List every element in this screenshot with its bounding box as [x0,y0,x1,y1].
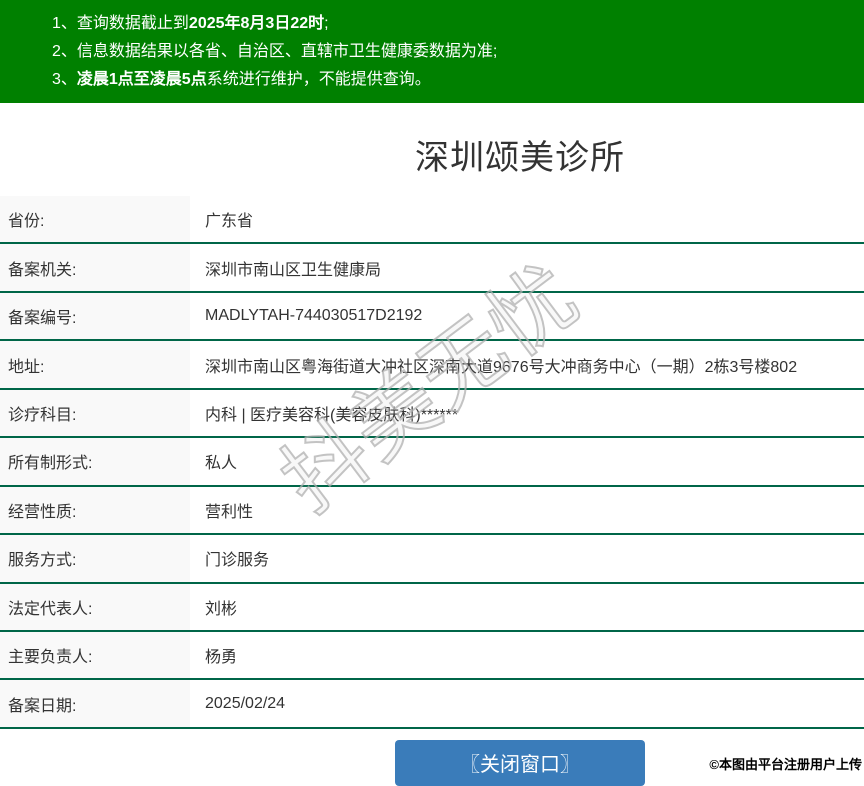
row-label: 服务方式: [0,535,190,582]
page-title: 深圳颂美诊所 [415,139,625,177]
row-value: 私人 [205,455,238,473]
notice-2-number: 2、 [52,43,77,60]
row-value: MADLYTAH-744030517D2192 [205,307,423,325]
notice-2-text: 信息数据结果以各省、自治区、直辖市卫生健康委数据为准; [76,43,498,60]
notice-1-post: ; [324,15,329,32]
row-value: 门诊服务 [205,552,270,570]
row-value: 广东省 [205,213,254,231]
notice-1-text: 查询数据截止到 [76,15,189,32]
notice-3-number: 3、 [52,71,77,88]
table-row-province: 省份: 广东省 [0,196,864,245]
notice-1-number: 1、 [52,15,77,32]
notice-line-3: 3、凌晨1点至凌晨5点系统进行维护，不能提供查询。 [52,66,864,94]
notice-line-1: 1、查询数据截止到2025年8月3日22时; [52,10,864,38]
row-value: 内科 | 医疗美容科(美容皮肤科)****** [205,406,459,424]
row-label: 省份: [0,196,190,243]
upload-attribution: ©本图由平台注册用户上传 [709,757,862,772]
row-label: 备案日期: [0,680,190,727]
row-label: 经营性质: [0,486,190,534]
row-label: 地址: [0,341,190,388]
notice-bar: 1、查询数据截止到2025年8月3日22时; 2、信息数据结果以各省、自治区、直… [0,0,864,103]
row-value: 营利性 [205,503,254,521]
close-window-button[interactable]: 〖关闭窗口〗 [395,739,645,786]
row-label: 诊疗科目: [0,389,190,437]
table-row-filing-authority: 备案机关: 深圳市南山区卫生健康局 [0,244,864,293]
row-value: 深圳市南山区卫生健康局 [205,261,382,279]
table-row-medical-subjects: 诊疗科目: 内科 | 医疗美容科(美容皮肤科)****** [0,389,864,439]
table-row-business-nature: 经营性质: 营利性 [0,486,864,536]
notice-3-post: 系统进行维护，不能提供查询。 [206,71,431,88]
row-label: 主要负责人: [0,631,190,679]
row-value: 深圳市南山区粤海街道大冲社区深南大道9676号大冲商务中心（一期）2栋3号楼80… [205,358,798,376]
table-row-filing-number: 备案编号: MADLYTAH-744030517D2192 [0,292,864,342]
row-label: 所有制形式: [0,438,190,485]
row-value: 刘彬 [205,600,238,618]
notice-3-bold: 凌晨1点至凌晨5点 [76,71,207,88]
table-row-ownership: 所有制形式: 私人 [0,438,864,487]
record-table: 省份: 广东省 备案机关: 深圳市南山区卫生健康局 备案编号: MADLYTAH… [0,196,864,729]
notice-line-2: 2、信息数据结果以各省、自治区、直辖市卫生健康委数据为准; [52,38,864,66]
row-label: 备案编号: [0,292,190,340]
row-label: 法定代表人: [0,583,190,630]
table-row-service-mode: 服务方式: 门诊服务 [0,535,864,584]
row-value: 杨勇 [205,649,238,667]
table-row-principal: 主要负责人: 杨勇 [0,631,864,681]
table-row-legal-representative: 法定代表人: 刘彬 [0,583,864,632]
row-label: 备案机关: [0,244,190,291]
notice-1-bold: 2025年8月3日22时 [188,15,325,32]
row-value: 2025/02/24 [205,694,286,712]
page-container: 1、查询数据截止到2025年8月3日22时; 2、信息数据结果以各省、自治区、直… [0,0,864,786]
table-row-address: 地址: 深圳市南山区粤海街道大冲社区深南大道9676号大冲商务中心（一期）2栋3… [0,341,864,390]
table-row-filing-date: 备案日期: 2025/02/24 [0,680,864,729]
